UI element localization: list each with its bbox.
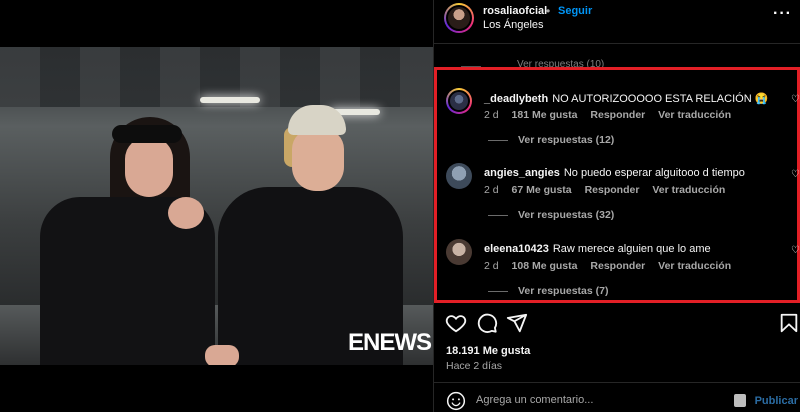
separator-dot: •: [546, 4, 551, 18]
woman-headband: [112, 125, 182, 143]
heart-icon[interactable]: [445, 312, 467, 334]
post-actions: [434, 312, 800, 336]
comment-age: 2 d: [484, 260, 499, 272]
more-horizontal-icon[interactable]: ···: [773, 5, 792, 23]
comment-icon[interactable]: [476, 312, 498, 334]
author-avatar[interactable]: [444, 3, 474, 33]
author-username[interactable]: rosaliaofcial: [483, 5, 547, 17]
comment-username[interactable]: eleena10423: [484, 243, 549, 255]
comment-avatar[interactable]: [446, 88, 472, 114]
comment-username[interactable]: _deadlybeth: [484, 93, 548, 105]
comment-age: 2 d: [484, 184, 499, 196]
holding-hands: [205, 345, 239, 365]
download-icon[interactable]: [734, 394, 746, 407]
comment-body: No puedo esperar alguitooo d tiempo: [563, 167, 745, 179]
reply-button[interactable]: Responder: [590, 109, 645, 121]
comment-avatar[interactable]: [446, 163, 472, 189]
comment-username[interactable]: angies_angies: [484, 167, 560, 179]
comment-text: eleena10423 Raw merece alguien que lo ame: [484, 243, 711, 255]
publish-button[interactable]: Publicar: [755, 395, 798, 407]
photo-pane: ENEWS: [0, 0, 433, 412]
share-icon[interactable]: [506, 312, 528, 334]
comment-heart-icon[interactable]: ♡: [791, 245, 800, 256]
enews-watermark: ENEWS: [347, 329, 432, 356]
comment-avatar[interactable]: [446, 239, 472, 265]
view-replies-button[interactable]: Ver respuestas (12): [484, 134, 614, 146]
comment-bar: Publicar: [434, 382, 800, 412]
comment-text: angies_angies No puedo esperar alguitooo …: [484, 167, 745, 179]
post-location[interactable]: Los Ángeles: [483, 19, 544, 31]
translate-button[interactable]: Ver traducción: [652, 184, 725, 196]
comment-heart-icon[interactable]: ♡: [791, 169, 800, 180]
woman-face: [125, 137, 173, 197]
photo-ceiling-light: [200, 97, 260, 103]
comment-heart-icon[interactable]: ♡: [791, 94, 800, 105]
comment-age: 2 d: [484, 109, 499, 121]
follow-button[interactable]: Seguir: [558, 5, 592, 17]
comment-meta: 2 d 181 Me gusta Responder Ver traducció…: [484, 109, 741, 121]
post-panel: rosaliaofcial • Seguir Los Ángeles ··· V…: [433, 0, 800, 412]
reply-button[interactable]: Responder: [590, 260, 645, 272]
comment-input[interactable]: [476, 390, 726, 410]
woman-shoulder: [168, 197, 204, 229]
emoji-icon[interactable]: [446, 391, 466, 411]
translate-button[interactable]: Ver traducción: [658, 109, 731, 121]
comment-likes[interactable]: 67 Me gusta: [512, 184, 572, 196]
man-face: [292, 129, 344, 191]
comment-body: NO AUTORIZOOOOO ESTA RELACIÓN 😭: [552, 93, 769, 105]
view-replies-button[interactable]: Ver respuestas (32): [484, 209, 614, 221]
comment-text: _deadlybeth NO AUTORIZOOOOO ESTA RELACIÓN…: [484, 92, 768, 105]
comment-likes[interactable]: 108 Me gusta: [512, 260, 578, 272]
comment-likes[interactable]: 181 Me gusta: [512, 109, 578, 121]
bookmark-icon[interactable]: [778, 312, 800, 334]
comment-body: Raw merece alguien que lo ame: [552, 243, 711, 255]
post-header: rosaliaofcial • Seguir Los Ángeles ···: [434, 0, 800, 44]
comment-meta: 2 d 67 Me gusta Responder Ver traducción: [484, 184, 735, 196]
view-replies-button[interactable]: Ver respuestas (7): [484, 285, 608, 297]
likes-count[interactable]: 18.191 Me gusta: [446, 345, 530, 357]
reply-button[interactable]: Responder: [585, 184, 640, 196]
translate-button[interactable]: Ver traducción: [658, 260, 731, 272]
post-photo[interactable]: ENEWS: [0, 47, 433, 365]
comment-meta: 2 d 108 Me gusta Responder Ver traducció…: [484, 260, 741, 272]
post-time: Hace 2 días: [446, 360, 503, 372]
